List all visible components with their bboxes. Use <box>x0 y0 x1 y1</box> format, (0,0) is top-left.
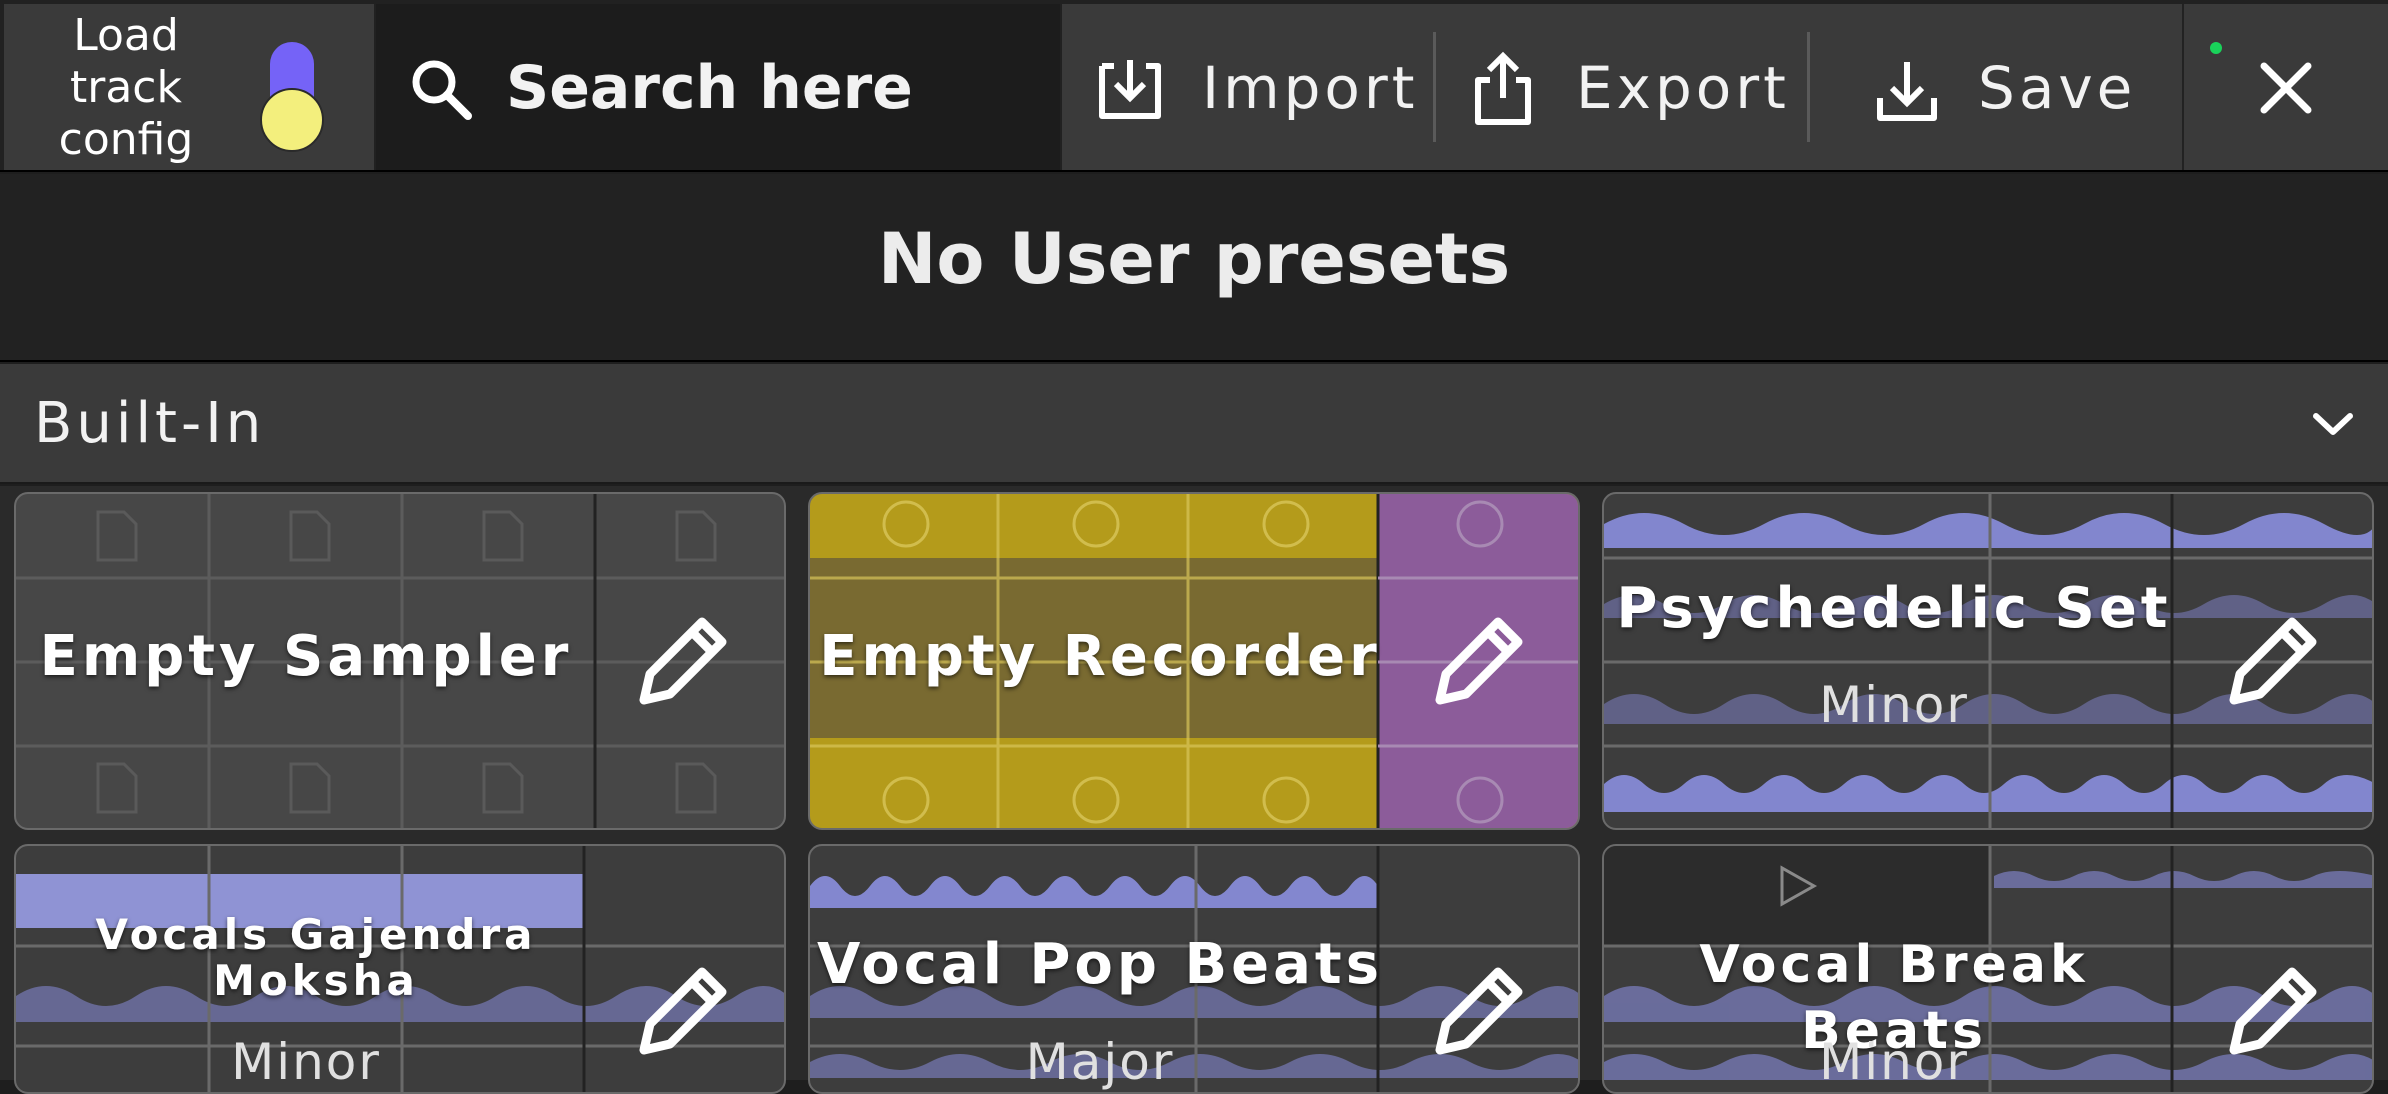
import-label: Import <box>1202 54 1419 122</box>
load-track-config-label: Load track config <box>36 10 216 166</box>
preset-scale: Minor <box>1819 1033 1969 1091</box>
export-label: Export <box>1576 54 1790 122</box>
load-label-line: track <box>70 62 182 113</box>
divider <box>1807 32 1810 142</box>
export-icon <box>1475 51 1531 125</box>
preset-scale: Minor <box>1819 676 1969 734</box>
status-indicator <box>2210 42 2222 54</box>
edit-pencil-icon[interactable] <box>2222 962 2322 1062</box>
import-icon <box>1099 60 1161 119</box>
preset-title: Vocal Pop Beats <box>816 932 1384 997</box>
preset-scale: Minor <box>231 1033 381 1091</box>
divider <box>1433 32 1436 142</box>
edit-pencil-icon[interactable] <box>632 612 732 712</box>
preset-title: Empty Sampler <box>39 624 573 689</box>
builtin-label: Built-In <box>34 391 266 456</box>
save-icon <box>1877 62 1937 121</box>
edit-pencil-icon[interactable] <box>632 962 732 1062</box>
preset-title: Psychedelic Set <box>1616 576 2172 641</box>
preset-title: Vocals Gajendra Moksha <box>95 910 537 1005</box>
edit-pencil-icon[interactable] <box>1428 612 1528 712</box>
search-placeholder: Search here <box>506 53 913 123</box>
toggle-knob[interactable] <box>260 88 324 152</box>
search-icon <box>412 60 472 120</box>
preset-title: Empty Recorder <box>819 624 1381 689</box>
edit-pencil-icon[interactable] <box>2222 612 2322 712</box>
edit-pencil-icon[interactable] <box>1428 962 1528 1062</box>
builtin-section-header[interactable] <box>0 364 2388 484</box>
preset-scale: Major <box>1025 1033 1175 1091</box>
save-label: Save <box>1978 54 2137 122</box>
no-user-presets-message: No User presets <box>877 218 1511 300</box>
close-icon <box>2260 62 2312 114</box>
load-label-line: config <box>58 114 194 165</box>
chevron-down-icon[interactable] <box>2312 410 2354 438</box>
load-label-line: Load <box>73 10 179 61</box>
